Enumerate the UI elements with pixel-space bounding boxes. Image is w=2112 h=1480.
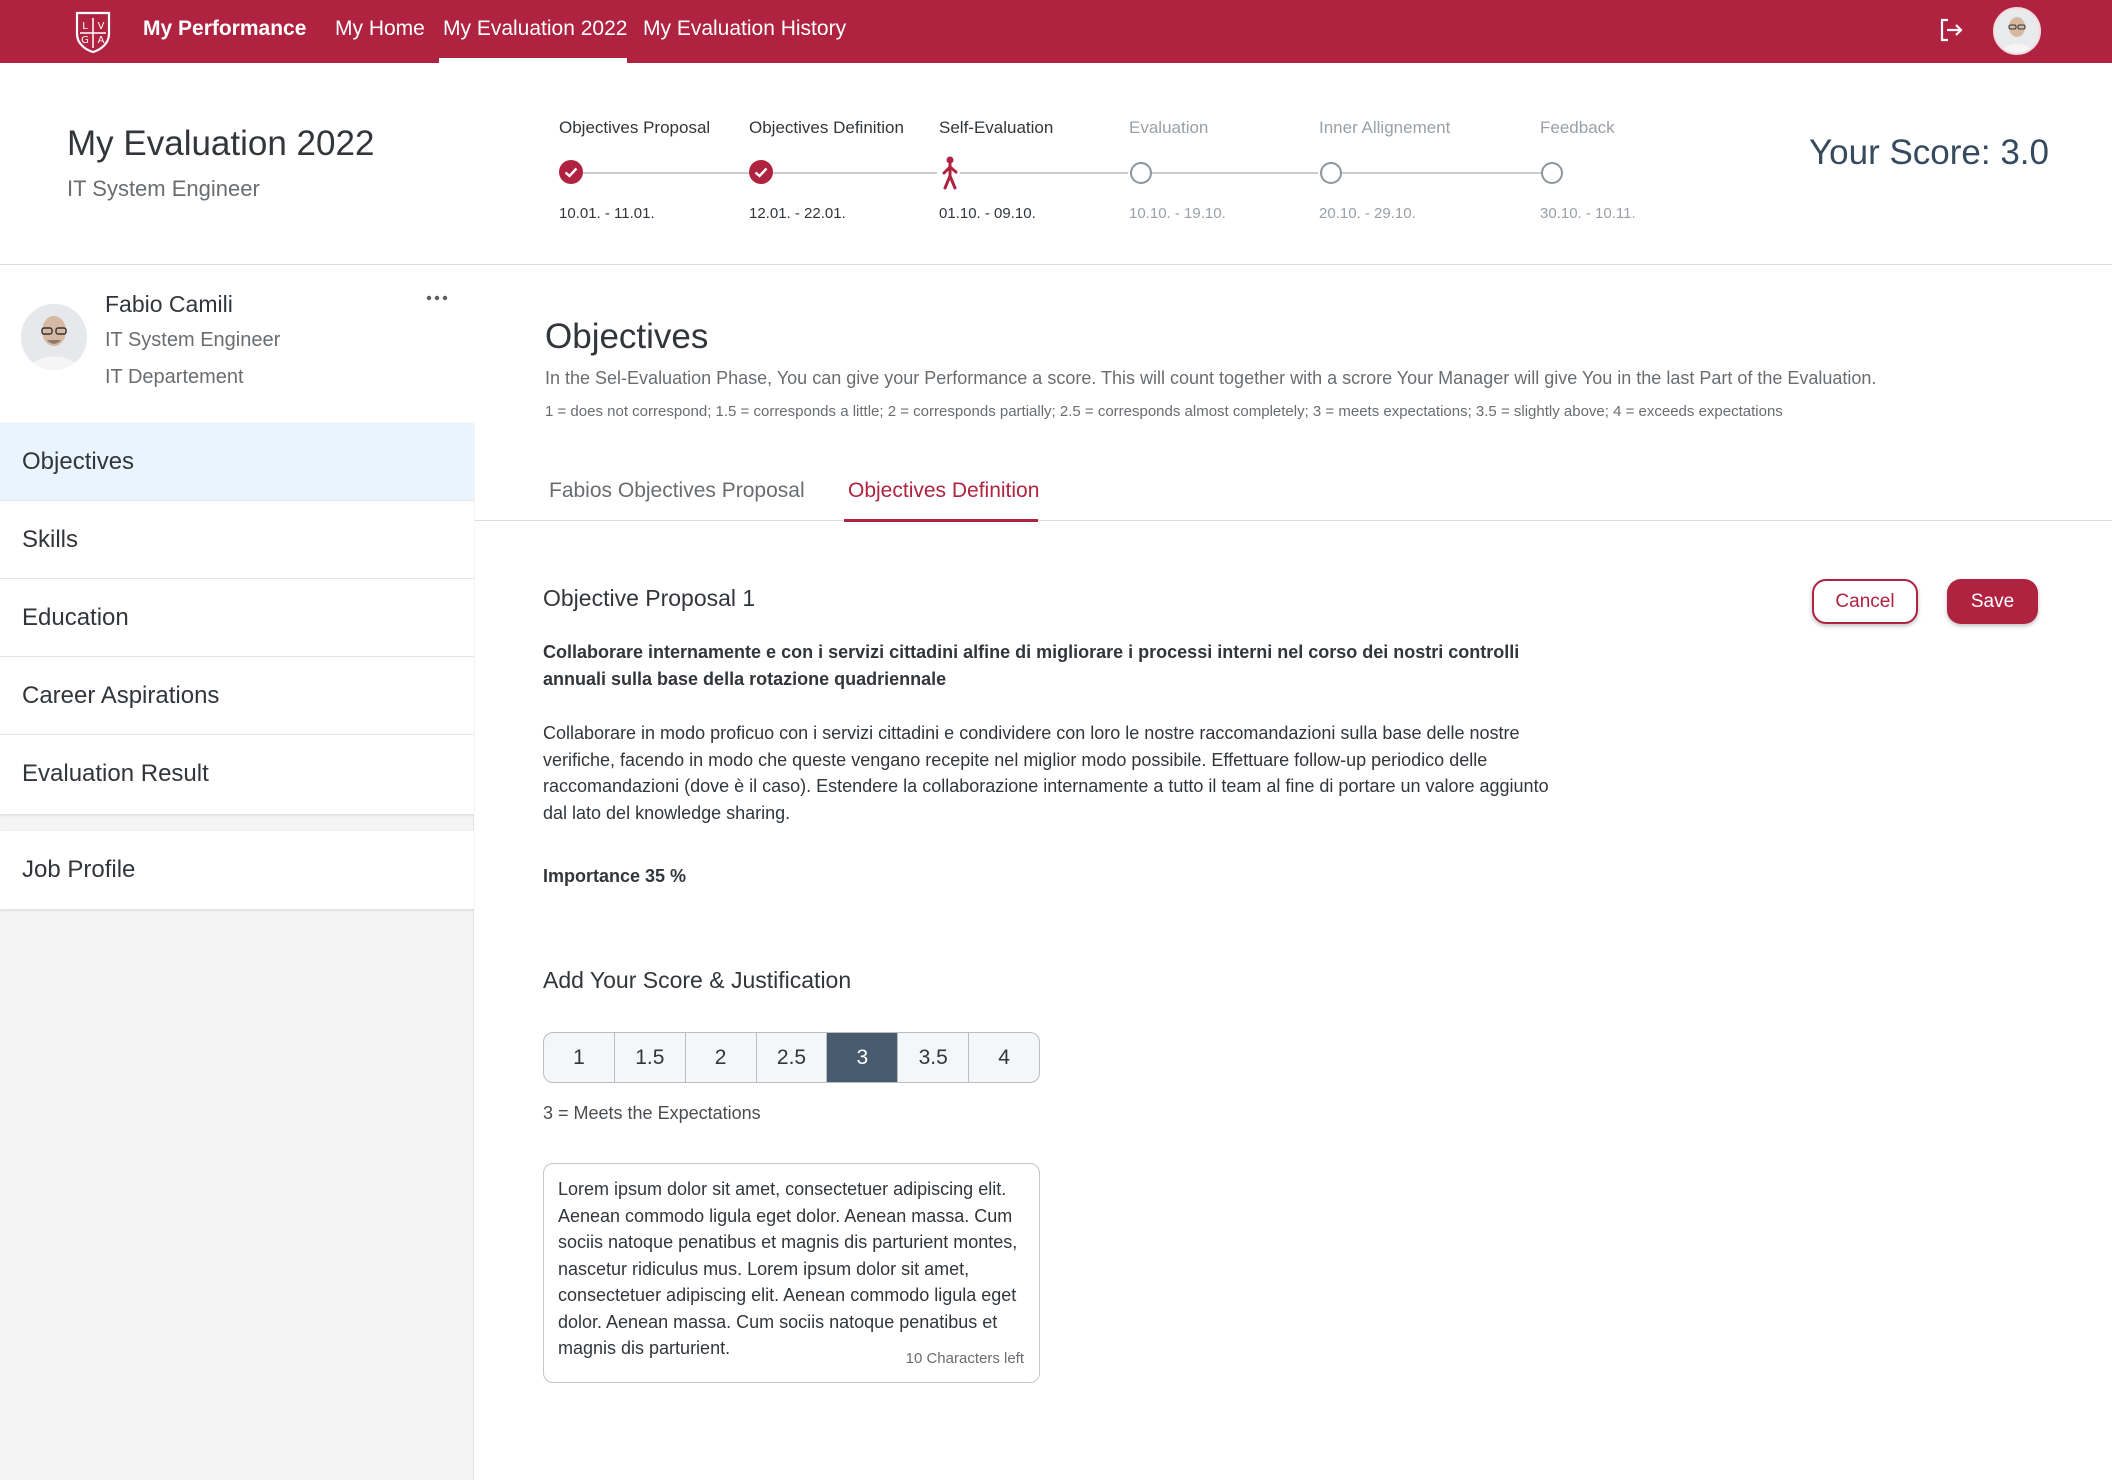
- score-section-title: Add Your Score & Justification: [543, 967, 852, 993]
- profile-name: Fabio Camili: [105, 291, 233, 317]
- walking-person-icon[interactable]: [940, 156, 960, 190]
- svg-text:A: A: [98, 35, 105, 46]
- characters-left-counter: 10 Characters left: [905, 1350, 1024, 1367]
- objective-title: Objective Proposal 1: [543, 585, 756, 611]
- check-icon: [754, 167, 768, 178]
- your-score: Your Score: 3.0: [1809, 133, 2049, 172]
- person-icon: [1995, 9, 2039, 53]
- objective-importance: Importance 35 %: [543, 866, 687, 886]
- top-navigation-bar: L V G A My Performance My Home My Evalua…: [0, 0, 2112, 63]
- step-date: 10.01. - 11.01.: [559, 205, 655, 222]
- svg-text:V: V: [98, 21, 105, 32]
- score-legend: 1 = does not correspond; 1.5 = correspon…: [545, 403, 1783, 420]
- sidebar-item-job-profile[interactable]: Job Profile: [0, 831, 474, 909]
- svg-text:G: G: [81, 35, 89, 46]
- step-label-objectives-proposal: Objectives Proposal: [559, 118, 711, 137]
- justification-textarea[interactable]: Lorem ipsum dolor sit amet, consectetuer…: [543, 1163, 1040, 1383]
- avatar[interactable]: [1993, 7, 2041, 55]
- avatar: [21, 304, 87, 370]
- step-marker-future: [1320, 162, 1342, 184]
- step-marker-done[interactable]: [559, 160, 583, 184]
- objective-heading: Collaborare internamente e con i servizi…: [543, 642, 1520, 689]
- step-label-inner-allignement: Inner Allignement: [1319, 118, 1451, 137]
- step-connector: [960, 172, 1128, 174]
- step-date: 30.10. - 10.11.: [1540, 205, 1636, 222]
- step-date: 01.10. - 09.10.: [939, 205, 1036, 222]
- step-label-evaluation: Evaluation: [1129, 118, 1209, 137]
- profile-department: IT Departement: [105, 366, 244, 388]
- justification-text[interactable]: Lorem ipsum dolor sit amet, consectetuer…: [558, 1176, 1033, 1362]
- step-connector: [1340, 172, 1541, 174]
- step-marker-done[interactable]: [749, 160, 773, 184]
- more-icon[interactable]: [425, 293, 449, 303]
- active-tab-indicator: [844, 519, 1038, 522]
- step-label-feedback: Feedback: [1540, 118, 1615, 137]
- sidebar-item-skills[interactable]: Skills: [0, 501, 474, 579]
- score-option-3[interactable]: 3: [827, 1033, 899, 1082]
- app-title[interactable]: My Performance: [143, 17, 306, 41]
- cancel-button[interactable]: Cancel: [1812, 579, 1918, 624]
- score-option-4[interactable]: 4: [969, 1033, 1039, 1082]
- score-option-2[interactable]: 2: [686, 1033, 757, 1082]
- sidebar-item-education[interactable]: Education: [0, 579, 474, 657]
- sidebar: Fabio Camili IT System Engineer IT Depar…: [0, 265, 474, 1480]
- score-option-3-5[interactable]: 3.5: [898, 1033, 970, 1082]
- section-title: Objectives: [545, 317, 709, 356]
- tabs-divider: [475, 520, 2112, 521]
- check-icon: [564, 167, 578, 178]
- sidebar-menu: Objectives Skills Education Career Aspir…: [0, 423, 474, 814]
- step-label-self-evaluation: Self-Evaluation: [939, 118, 1054, 137]
- score-option-2-5[interactable]: 2.5: [757, 1033, 828, 1082]
- score-option-1[interactable]: 1: [544, 1033, 615, 1082]
- logout-icon[interactable]: [1937, 16, 1965, 44]
- nav-link-my-home[interactable]: My Home: [335, 17, 425, 41]
- step-connector: [1150, 172, 1318, 174]
- objective-description: Collaborare in modo proficuo con i servi…: [543, 723, 1549, 823]
- page-title: My Evaluation 2022: [67, 124, 375, 163]
- step-date: 20.10. - 29.10.: [1319, 205, 1416, 222]
- logo-icon[interactable]: L V G A: [74, 10, 112, 54]
- page-subtitle: IT System Engineer: [67, 176, 260, 201]
- sidebar-item-objectives[interactable]: Objectives: [0, 423, 474, 501]
- step-date: 12.01. - 22.01.: [749, 205, 846, 222]
- nav-link-my-evaluation-history[interactable]: My Evaluation History: [643, 17, 846, 41]
- score-segmented-control: 1 1.5 2 2.5 3 3.5 4: [543, 1032, 1040, 1083]
- save-button[interactable]: Save: [1947, 579, 2038, 624]
- sidebar-item-evaluation-result[interactable]: Evaluation Result: [0, 735, 474, 813]
- page-header: My Evaluation 2022 IT System Engineer Ob…: [0, 63, 2112, 265]
- section-description: In the Sel-Evaluation Phase, You can giv…: [545, 368, 1877, 388]
- sidebar-item-career-aspirations[interactable]: Career Aspirations: [0, 657, 474, 735]
- sidebar-extra: Job Profile: [0, 831, 474, 909]
- person-icon: [21, 304, 87, 370]
- profile-card: Fabio Camili IT System Engineer IT Depar…: [0, 265, 474, 423]
- step-connector: [773, 172, 937, 174]
- step-date: 10.10. - 19.10.: [1129, 205, 1226, 222]
- tab-objectives-definition[interactable]: Objectives Definition: [848, 479, 1039, 503]
- nav-link-my-evaluation-2022[interactable]: My Evaluation 2022: [443, 17, 627, 41]
- profile-role: IT System Engineer: [105, 329, 281, 351]
- step-marker-future: [1130, 162, 1152, 184]
- tab-fabios-objectives-proposal[interactable]: Fabios Objectives Proposal: [549, 479, 805, 503]
- main-content: Objectives In the Sel-Evaluation Phase, …: [475, 265, 2112, 1480]
- step-connector: [583, 172, 750, 174]
- svg-text:L: L: [82, 21, 88, 32]
- score-caption: 3 = Meets the Expectations: [543, 1103, 761, 1123]
- score-option-1-5[interactable]: 1.5: [615, 1033, 686, 1082]
- step-marker-future: [1541, 162, 1563, 184]
- step-label-objectives-definition: Objectives Definition: [749, 118, 904, 137]
